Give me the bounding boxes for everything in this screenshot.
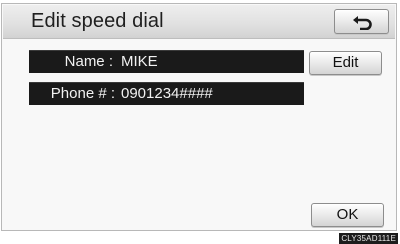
back-button[interactable] (334, 9, 389, 34)
phone-label: Phone # : (50, 85, 115, 102)
phone-value: 0901234#### (121, 85, 213, 102)
speed-dial-screen: Edit speed dial Name : MIKE Edit Phone #… (1, 3, 397, 231)
image-code-label: CLY35AD111E (339, 233, 398, 244)
ok-button[interactable]: OK (311, 203, 384, 227)
screen-title: Edit speed dial (31, 10, 164, 32)
return-arrow-icon (353, 16, 372, 30)
edit-button[interactable]: Edit (309, 51, 382, 75)
title-bar: Edit speed dial (3, 5, 395, 39)
phone-field: Phone # : 0901234#### (29, 82, 304, 105)
name-field: Name : MIKE (29, 50, 304, 73)
name-value: MIKE (121, 53, 158, 70)
name-label: Name : (64, 53, 113, 70)
